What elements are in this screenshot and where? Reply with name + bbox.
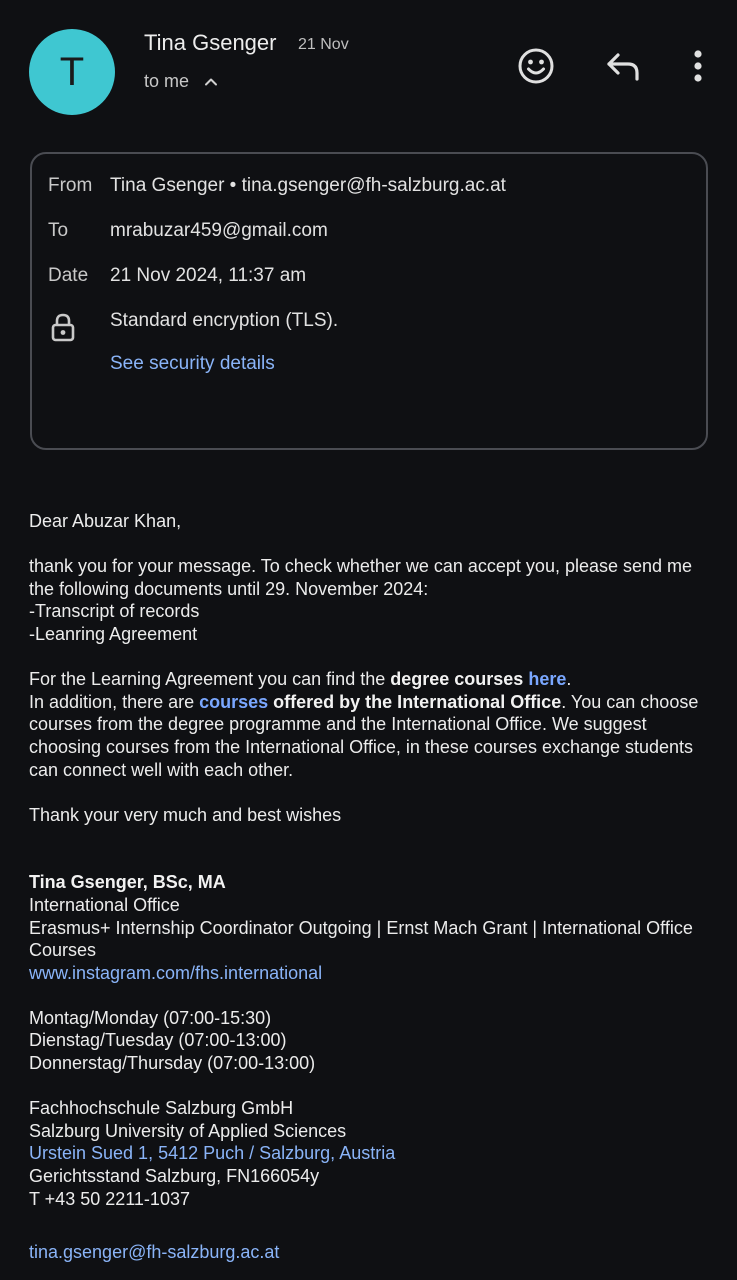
additional-courses-paragraph: In addition, there are courses offered b… xyxy=(29,691,719,781)
message-body: Dear Abuzar Khan, thank you for your mes… xyxy=(29,510,719,1263)
more-vert-icon xyxy=(694,50,702,82)
text: For the Learning Agreement you can find … xyxy=(29,669,391,690)
instagram-link[interactable]: www.instagram.com/fhs.international xyxy=(29,962,719,985)
reply-button[interactable] xyxy=(601,44,645,88)
signature-name-text: Tina Gsenger, BSc, MA xyxy=(29,872,226,893)
security-details-link[interactable]: See security details xyxy=(110,353,275,375)
sender-name[interactable]: Tina Gsenger xyxy=(144,30,276,56)
here-link[interactable]: here xyxy=(528,669,566,689)
degree-courses-text: degree courses xyxy=(390,669,524,690)
learning-agreement-paragraph: For the Learning Agreement you can find … xyxy=(29,668,719,691)
date-value: 21 Nov 2024, 11:37 am xyxy=(110,265,307,286)
signature-dept: International Office xyxy=(29,894,180,915)
more-options-button[interactable] xyxy=(676,44,720,88)
list-item: -Transcript of records xyxy=(29,601,200,622)
to-value[interactable]: mrabuzar459@gmail.com xyxy=(110,220,328,242)
chevron-up-icon xyxy=(205,78,218,85)
text: . xyxy=(566,669,572,690)
message-details-panel: From Tina Gsenger • tina.gsenger@fh-salz… xyxy=(30,152,708,450)
office-hours: Dienstag/Tuesday (07:00-13:00) xyxy=(29,1030,287,1051)
recipient-toggle[interactable]: to me xyxy=(144,71,221,92)
greeting: Dear Abuzar Khan, xyxy=(29,511,182,531)
office-hours: Donnerstag/Thursday (07:00-13:00) xyxy=(29,1053,316,1074)
courses-link[interactable]: courses xyxy=(199,692,268,712)
list-item: -Leanring Agreement xyxy=(29,623,198,644)
signature-name: Tina Gsenger, BSc, MA xyxy=(29,871,719,894)
encryption-status: Standard encryption (TLS). xyxy=(110,310,339,331)
to-label: To xyxy=(48,220,69,241)
signature-role: Erasmus+ Internship Coordinator Outgoing… xyxy=(29,917,693,961)
lock-icon xyxy=(51,313,75,342)
from-value[interactable]: Tina Gsenger • tina.gsenger@fh-salzburg.… xyxy=(110,175,506,197)
organization-name-en: Salzburg University of Applied Sciences xyxy=(29,1120,347,1141)
court-info: Gerichtsstand Salzburg, FN166054y xyxy=(29,1166,320,1187)
message-date: 21 Nov xyxy=(298,36,349,53)
date-label: Date xyxy=(48,265,89,286)
emoji-icon xyxy=(518,48,554,84)
to-me-label: to me xyxy=(144,71,190,91)
message-header: T Tina Gsenger 21 Nov to me xyxy=(0,0,737,140)
add-reaction-button[interactable] xyxy=(514,44,558,88)
organization-name: Fachhochschule Salzburg GmbH xyxy=(29,1098,294,1119)
email-link[interactable]: tina.gsenger@fh-salzburg.ac.at xyxy=(29,1241,719,1264)
text: In addition, there are xyxy=(29,691,200,712)
office-hours: Montag/Monday (07:00-15:30) xyxy=(29,1007,272,1028)
closing: Thank your very much and best wishes xyxy=(29,804,342,825)
body-paragraph: thank you for your message. To check whe… xyxy=(29,556,693,599)
address-link[interactable]: Urstein Sued 1, 5412 Puch / Salzburg, Au… xyxy=(29,1142,719,1165)
avatar[interactable]: T xyxy=(29,29,115,115)
international-office-text: offered by the International Office xyxy=(268,691,562,712)
phone-number: T +43 50 2211-1037 xyxy=(29,1188,190,1209)
from-label: From xyxy=(48,175,93,196)
reply-icon xyxy=(607,53,639,81)
